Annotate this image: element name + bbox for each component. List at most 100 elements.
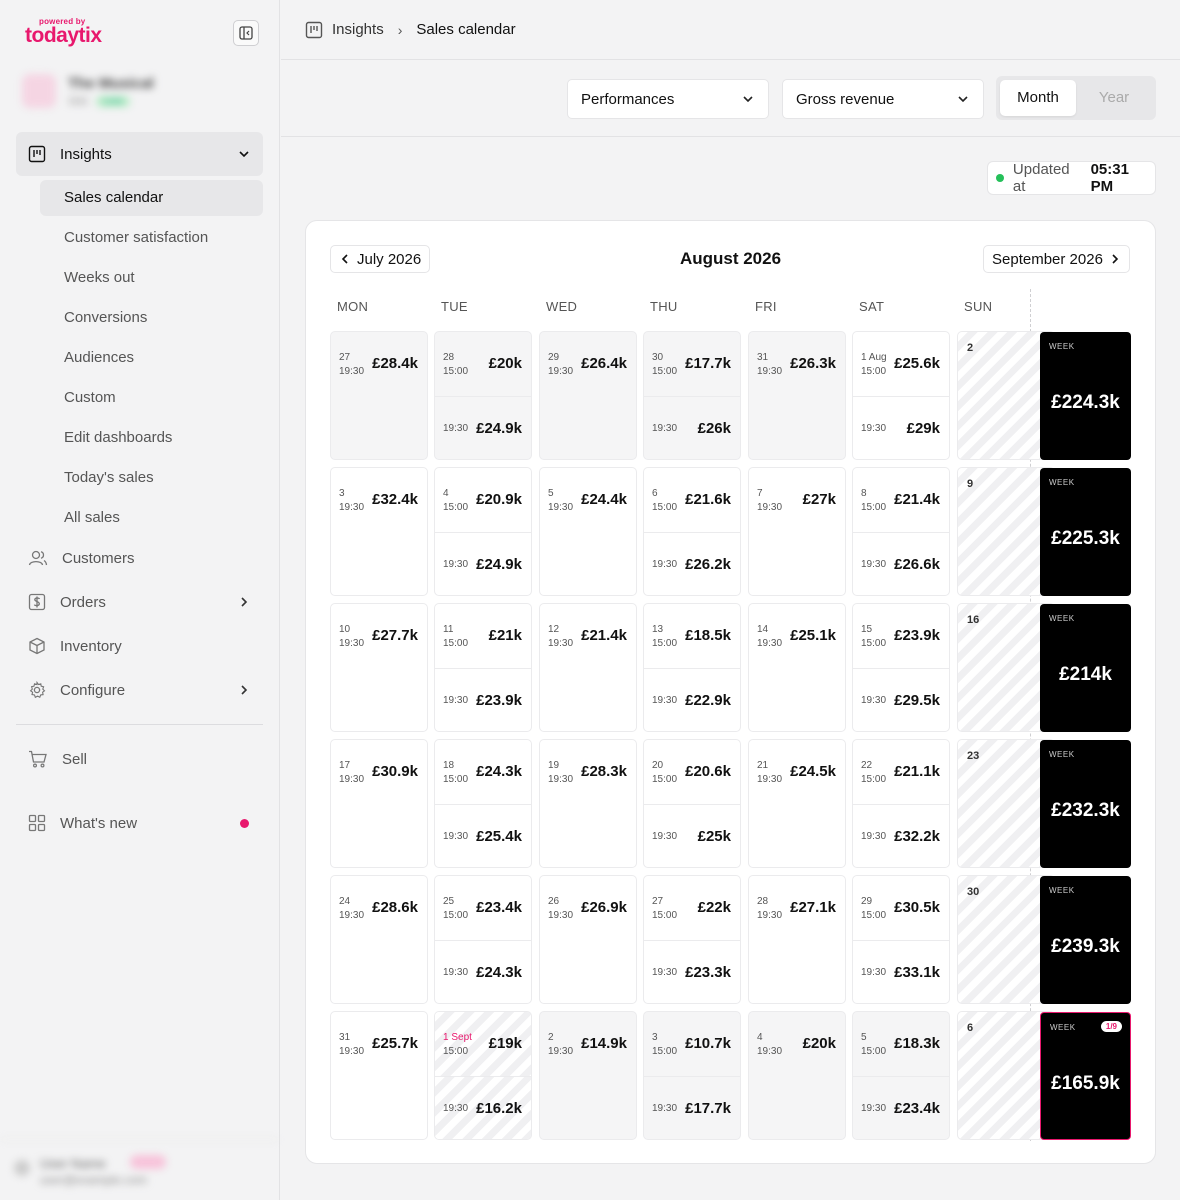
subnav-todays-sales[interactable]: Today's sales: [40, 460, 263, 496]
performance-slot[interactable]: 19:30 £32.2k: [853, 804, 949, 867]
performance-slot[interactable]: 19:30 £26.6k: [853, 532, 949, 595]
calendar-day[interactable]: 7 19:30 £27k: [748, 467, 846, 596]
performance-slot[interactable]: 31 19:30 £26.3k: [749, 332, 845, 459]
week-total-card[interactable]: WEEK £225.3k: [1040, 468, 1131, 596]
calendar-day[interactable]: 26 19:30 £26.9k: [539, 875, 637, 1004]
subnav-edit-dashboards[interactable]: Edit dashboards: [40, 420, 263, 456]
calendar-day[interactable]: 1 Sept 15:00 £19k 19:30 £16.2k: [434, 1011, 532, 1140]
performance-slot[interactable]: 19:30 £24.3k: [435, 940, 531, 1003]
todaytix-logo[interactable]: powered by todaytix: [25, 17, 102, 46]
calendar-day[interactable]: 29 15:00 £30.5k 19:30 £33.1k: [852, 875, 950, 1004]
performance-slot[interactable]: 19:30 £26.2k: [644, 532, 740, 595]
calendar-day[interactable]: 22 15:00 £21.1k 19:30 £32.2k: [852, 739, 950, 868]
performance-slot[interactable]: 10 19:30 £27.7k: [331, 604, 427, 731]
calendar-day[interactable]: 3 19:30 £32.4k: [330, 467, 428, 596]
account-switcher[interactable]: The Musical 1111 Live: [22, 74, 154, 108]
performance-slot[interactable]: 3 15:00 £10.7k: [644, 1012, 740, 1076]
performance-slot[interactable]: 22 15:00 £21.1k: [853, 740, 949, 804]
sidebar-item-configure[interactable]: Configure: [16, 670, 263, 710]
performance-slot[interactable]: 19:30 £22.9k: [644, 668, 740, 731]
breadcrumb-insights[interactable]: Insights: [332, 21, 384, 38]
calendar-day[interactable]: 2 19:30 £14.9k: [539, 1011, 637, 1140]
sidebar-item-orders[interactable]: Orders: [16, 582, 263, 622]
user-menu[interactable]: User Name user@example.com: [0, 1139, 279, 1200]
calendar-day[interactable]: 27 19:30 £28.4k: [330, 331, 428, 460]
calendar-day[interactable]: 3 15:00 £10.7k 19:30 £17.7k: [643, 1011, 741, 1140]
calendar-day[interactable]: 13 15:00 £18.5k 19:30 £22.9k: [643, 603, 741, 732]
subnav-custom[interactable]: Custom: [40, 380, 263, 416]
collapse-sidebar-button[interactable]: [233, 20, 259, 46]
metric-select[interactable]: Gross revenue: [782, 79, 984, 119]
subnav-conversions[interactable]: Conversions: [40, 300, 263, 336]
period-year-button[interactable]: Year: [1076, 80, 1152, 116]
calendar-day[interactable]: 15 15:00 £23.9k 19:30 £29.5k: [852, 603, 950, 732]
week-total-card[interactable]: WEEK £232.3k: [1040, 740, 1131, 868]
calendar-day[interactable]: 8 15:00 £21.4k 19:30 £26.6k: [852, 467, 950, 596]
sidebar-group-insights[interactable]: Insights: [16, 132, 263, 176]
calendar-day[interactable]: 30 15:00 £17.7k 19:30 £26k: [643, 331, 741, 460]
calendar-day[interactable]: 27 15:00 £22k 19:30 £23.3k: [643, 875, 741, 1004]
performance-slot[interactable]: 4 19:30 £20k: [749, 1012, 845, 1139]
calendar-day[interactable]: 5 19:30 £24.4k: [539, 467, 637, 596]
calendar-day[interactable]: 10 19:30 £27.7k: [330, 603, 428, 732]
calendar-day[interactable]: 31 19:30 £26.3k: [748, 331, 846, 460]
calendar-day[interactable]: 28 15:00 £20k 19:30 £24.9k: [434, 331, 532, 460]
performance-slot[interactable]: 20 15:00 £20.6k: [644, 740, 740, 804]
performance-slot[interactable]: 24 19:30 £28.6k: [331, 876, 427, 1003]
calendar-day[interactable]: 5 15:00 £18.3k 19:30 £23.4k: [852, 1011, 950, 1140]
calendar-day[interactable]: 18 15:00 £24.3k 19:30 £25.4k: [434, 739, 532, 868]
calendar-day[interactable]: 20 15:00 £20.6k 19:30 £25k: [643, 739, 741, 868]
week-total-card[interactable]: WEEK £224.3k: [1040, 332, 1131, 460]
performances-select[interactable]: Performances: [567, 79, 769, 119]
performance-slot[interactable]: 5 15:00 £18.3k: [853, 1012, 949, 1076]
performance-slot[interactable]: 1 Aug 15:00 £25.6k: [853, 332, 949, 396]
sidebar-item-sell[interactable]: Sell: [16, 739, 263, 779]
performance-slot[interactable]: 19:30 £29.5k: [853, 668, 949, 731]
calendar-day[interactable]: 12 19:30 £21.4k: [539, 603, 637, 732]
performance-slot[interactable]: 19:30 £26k: [644, 396, 740, 459]
performance-slot[interactable]: 27 19:30 £28.4k: [331, 332, 427, 459]
subnav-customer-satisfaction[interactable]: Customer satisfaction: [40, 220, 263, 256]
performance-slot[interactable]: 29 15:00 £30.5k: [853, 876, 949, 940]
performance-slot[interactable]: 19:30 £16.2k: [435, 1076, 531, 1139]
performance-slot[interactable]: 21 19:30 £24.5k: [749, 740, 845, 867]
performance-slot[interactable]: 28 19:30 £27.1k: [749, 876, 845, 1003]
sidebar-item-customers[interactable]: Customers: [16, 538, 263, 578]
week-total-card[interactable]: WEEK £214k: [1040, 604, 1131, 732]
performance-slot[interactable]: 19:30 £25.4k: [435, 804, 531, 867]
performance-slot[interactable]: 19 19:30 £28.3k: [540, 740, 636, 867]
calendar-day[interactable]: 29 19:30 £26.4k: [539, 331, 637, 460]
performance-slot[interactable]: 4 15:00 £20.9k: [435, 468, 531, 532]
performance-slot[interactable]: 2 19:30 £14.9k: [540, 1012, 636, 1139]
performance-slot[interactable]: 3 19:30 £32.4k: [331, 468, 427, 595]
performance-slot[interactable]: 25 15:00 £23.4k: [435, 876, 531, 940]
calendar-day[interactable]: 6 15:00 £21.6k 19:30 £26.2k: [643, 467, 741, 596]
calendar-day[interactable]: 24 19:30 £28.6k: [330, 875, 428, 1004]
calendar-day[interactable]: 4 19:30 £20k: [748, 1011, 846, 1140]
performance-slot[interactable]: 26 19:30 £26.9k: [540, 876, 636, 1003]
performance-slot[interactable]: 19:30 £23.3k: [644, 940, 740, 1003]
calendar-day[interactable]: 14 19:30 £25.1k: [748, 603, 846, 732]
performance-slot[interactable]: 30 15:00 £17.7k: [644, 332, 740, 396]
calendar-day[interactable]: 17 19:30 £30.9k: [330, 739, 428, 868]
calendar-day[interactable]: 11 15:00 £21k 19:30 £23.9k: [434, 603, 532, 732]
performance-slot[interactable]: 19:30 £24.9k: [435, 396, 531, 459]
subnav-weeks-out[interactable]: Weeks out: [40, 260, 263, 296]
subnav-sales-calendar[interactable]: Sales calendar: [40, 180, 263, 216]
calendar-day[interactable]: 21 19:30 £24.5k: [748, 739, 846, 868]
performance-slot[interactable]: 29 19:30 £26.4k: [540, 332, 636, 459]
performance-slot[interactable]: 5 19:30 £24.4k: [540, 468, 636, 595]
performance-slot[interactable]: 31 19:30 £25.7k: [331, 1012, 427, 1139]
performance-slot[interactable]: 11 15:00 £21k: [435, 604, 531, 668]
week-total-card[interactable]: WEEK £239.3k: [1040, 876, 1131, 1004]
performance-slot[interactable]: 27 15:00 £22k: [644, 876, 740, 940]
subnav-all-sales[interactable]: All sales: [40, 500, 263, 536]
performance-slot[interactable]: 19:30 £29k: [853, 396, 949, 459]
performance-slot[interactable]: 19:30 £24.9k: [435, 532, 531, 595]
week-total-card[interactable]: WEEK 1/9 £165.9k: [1040, 1012, 1131, 1140]
performance-slot[interactable]: 12 19:30 £21.4k: [540, 604, 636, 731]
calendar-day[interactable]: 31 19:30 £25.7k: [330, 1011, 428, 1140]
calendar-day[interactable]: 1 Aug 15:00 £25.6k 19:30 £29k: [852, 331, 950, 460]
performance-slot[interactable]: 7 19:30 £27k: [749, 468, 845, 595]
performance-slot[interactable]: 14 19:30 £25.1k: [749, 604, 845, 731]
